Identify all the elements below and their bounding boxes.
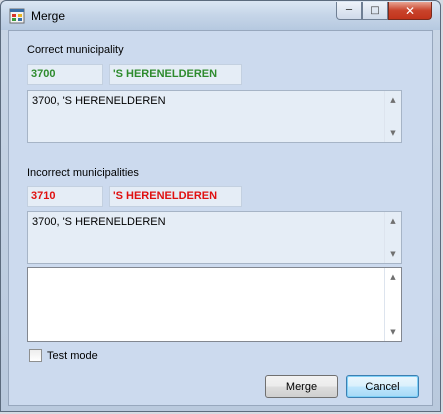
correct-name-field[interactable]: 'S HERENELDEREN <box>109 64 242 85</box>
application-icon <box>9 8 25 24</box>
scroll-down-icon[interactable]: ▼ <box>385 246 401 262</box>
close-button[interactable]: ✕ <box>388 2 432 20</box>
list-item[interactable]: 3700, 'S HERENELDEREN <box>32 216 166 228</box>
merge-dialog: Merge ─ □ ✕ Correct municipality 3700 'S… <box>0 0 441 412</box>
merge-button[interactable]: Merge <box>265 375 338 398</box>
scroll-down-icon[interactable]: ▼ <box>385 125 401 141</box>
scroll-up-icon[interactable]: ▲ <box>385 92 401 108</box>
dialog-body: Correct municipality 3700 'S HERENELDERE… <box>8 30 433 406</box>
close-icon: ✕ <box>404 3 416 18</box>
cancel-button[interactable]: Cancel <box>346 375 419 398</box>
correct-code-field[interactable]: 3700 <box>27 64 103 85</box>
incorrect-municipality-list[interactable]: 3700, 'S HERENELDEREN ▲ ▼ <box>27 211 402 264</box>
minimize-button[interactable]: ─ <box>336 2 362 20</box>
incorrect-selection-list[interactable]: ▲ ▼ <box>27 267 402 342</box>
vertical-scrollbar[interactable]: ▲ ▼ <box>384 212 401 263</box>
scroll-up-icon[interactable]: ▲ <box>385 269 401 285</box>
incorrect-name-field[interactable]: 'S HERENELDEREN <box>109 186 242 207</box>
vertical-scrollbar[interactable]: ▲ ▼ <box>384 268 401 341</box>
scroll-down-icon[interactable]: ▼ <box>385 324 401 340</box>
maximize-button[interactable]: □ <box>362 2 388 20</box>
incorrect-code-field[interactable]: 3710 <box>27 186 103 207</box>
test-mode-label[interactable]: Test mode <box>47 350 98 362</box>
correct-municipality-list[interactable]: 3700, 'S HERENELDEREN ▲ ▼ <box>27 90 402 143</box>
minimize-icon: ─ <box>345 5 353 16</box>
list-item[interactable]: 3700, 'S HERENELDEREN <box>32 95 166 107</box>
maximize-icon: □ <box>370 5 380 16</box>
test-mode-checkbox[interactable] <box>29 349 42 362</box>
window-title: Merge <box>31 9 66 23</box>
scroll-up-icon[interactable]: ▲ <box>385 213 401 229</box>
incorrect-municipalities-label: Incorrect municipalities <box>27 167 139 179</box>
vertical-scrollbar[interactable]: ▲ ▼ <box>384 91 401 142</box>
correct-municipality-label: Correct municipality <box>27 44 124 56</box>
title-bar[interactable]: Merge ─ □ ✕ <box>1 1 440 30</box>
